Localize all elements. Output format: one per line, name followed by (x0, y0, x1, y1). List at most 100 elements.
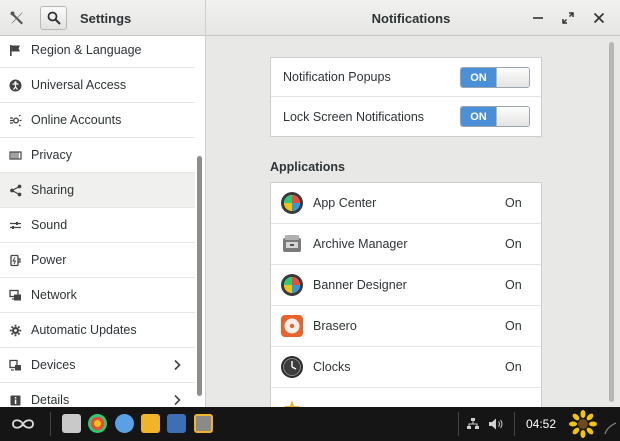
taskbar-separator (514, 412, 515, 436)
app-name: Banner Designer (313, 278, 407, 292)
settings-title: Settings (80, 11, 132, 26)
applications-list: App Center On Archive Manager On Banner … (270, 182, 542, 407)
sidebar-item-sound[interactable]: Sound (0, 208, 195, 243)
accessibility-icon (8, 78, 22, 92)
network-icon (8, 288, 22, 302)
sidebar-item-label: Automatic Updates (31, 323, 137, 337)
banner-designer-icon (281, 274, 303, 296)
search-icon (47, 11, 61, 25)
notification-switches-frame: Notification Popups ON Lock Screen Notif… (270, 57, 542, 137)
lock-screen-notifications-label: Lock Screen Notifications (283, 109, 425, 124)
sound-icon (8, 218, 22, 232)
app-row-app-center[interactable]: App Center On (271, 183, 541, 224)
browser-icon[interactable] (115, 414, 134, 433)
app-name: Clocks (313, 360, 351, 374)
switch-state: ON (461, 107, 496, 126)
minimize-button[interactable] (528, 8, 548, 28)
sidebar-item-label: Details (31, 393, 70, 407)
flag-icon (8, 43, 22, 57)
app-row-archive-manager[interactable]: Archive Manager On (271, 224, 541, 265)
sidebar-item-details[interactable]: Details (0, 383, 195, 407)
info-icon (8, 393, 22, 407)
sidebar-item-label: Devices (31, 358, 76, 372)
lock-screen-notifications-switch[interactable]: ON (460, 106, 530, 127)
chevron-right-icon (172, 394, 182, 406)
taskbar-clock[interactable]: 04:52 (526, 417, 556, 431)
notifications-panel: Notification Popups ON Lock Screen Notif… (207, 36, 620, 407)
app-state: On (505, 360, 522, 374)
screenshot-icon[interactable] (167, 414, 186, 433)
folder-icon[interactable] (141, 414, 160, 433)
sidebar-scrollbar[interactable] (197, 156, 202, 396)
taskbar-separator (50, 412, 51, 436)
lock-screen-notifications-row: Lock Screen Notifications ON (271, 97, 541, 136)
sidebar-item-label: Privacy (31, 148, 72, 162)
restore-icon (562, 12, 574, 24)
tools-icon (10, 11, 23, 25)
app-icon-partial (284, 400, 300, 407)
taskbar: 04:52 (0, 407, 620, 441)
corner-icon[interactable] (603, 421, 617, 435)
sidebar-item-label: Network (31, 288, 77, 302)
sunflower-avatar-icon[interactable] (569, 410, 597, 438)
sidebar-item-label: Region & Language (31, 43, 142, 57)
volume-icon[interactable] (488, 417, 504, 431)
sidebar-item-automatic-updates[interactable]: Automatic Updates (0, 313, 195, 348)
sidebar-item-universal-access[interactable]: Universal Access (0, 68, 195, 103)
brasero-icon (281, 315, 303, 337)
app-name: Archive Manager (313, 237, 408, 251)
page-title: Notifications (371, 11, 451, 26)
app-center-icon (281, 192, 303, 214)
switch-knob (496, 107, 529, 126)
sidebar-item-online-accounts[interactable]: Online Accounts (0, 103, 195, 138)
header-bar: Settings Notifications (0, 0, 620, 36)
app-state: On (505, 196, 522, 210)
sidebar: Region & Language Universal Access Onlin… (0, 36, 206, 407)
accounts-icon (8, 113, 22, 127)
close-button[interactable] (589, 8, 609, 28)
app-row-banner-designer[interactable]: Banner Designer On (271, 265, 541, 306)
taskbar-separator (458, 412, 459, 436)
sidebar-item-privacy[interactable]: Privacy (0, 138, 195, 173)
sidebar-item-network[interactable]: Network (0, 278, 195, 313)
search-button[interactable] (40, 6, 67, 30)
app-row-brasero[interactable]: Brasero On (271, 306, 541, 347)
power-icon (8, 253, 22, 267)
header-sidebar-section: Settings (0, 0, 206, 36)
clocks-icon (281, 356, 303, 378)
share-icon (8, 183, 22, 197)
chevron-right-icon (172, 359, 182, 371)
sidebar-item-label: Sound (31, 218, 68, 232)
settings-app-icon[interactable] (194, 414, 213, 433)
app-state: On (505, 319, 522, 333)
app-name: Brasero (313, 319, 357, 333)
app-row-partial[interactable] (271, 388, 541, 407)
notification-popups-label: Notification Popups (283, 70, 391, 84)
minimize-icon (533, 17, 543, 19)
sidebar-item-region-language[interactable]: Region & Language (0, 36, 195, 68)
notification-popups-row: Notification Popups ON (271, 58, 541, 97)
launcher-icon[interactable] (10, 416, 36, 432)
sidebar-item-power[interactable]: Power (0, 243, 195, 278)
main-scrollbar[interactable] (609, 42, 614, 402)
devices-icon (8, 358, 22, 372)
notification-popups-switch[interactable]: ON (460, 67, 530, 88)
app-state: On (505, 237, 522, 251)
privacy-icon (8, 148, 22, 162)
sidebar-item-label: Online Accounts (31, 113, 122, 127)
software-center-icon[interactable] (88, 414, 107, 433)
sidebar-item-label: Sharing (31, 183, 75, 197)
network-status-icon[interactable] (466, 417, 480, 431)
sidebar-item-devices[interactable]: Devices (0, 348, 195, 383)
restore-button[interactable] (558, 8, 578, 28)
sidebar-item-sharing[interactable]: Sharing (0, 173, 195, 208)
tools-button[interactable] (4, 5, 30, 31)
app-name: App Center (313, 196, 377, 210)
app-state: On (505, 278, 522, 292)
app-row-clocks[interactable]: Clocks On (271, 347, 541, 388)
switch-knob (496, 68, 529, 87)
files-icon[interactable] (62, 414, 81, 433)
applications-heading: Applications (270, 160, 346, 174)
sidebar-item-label: Power (31, 253, 67, 267)
archive-manager-icon (283, 235, 301, 252)
